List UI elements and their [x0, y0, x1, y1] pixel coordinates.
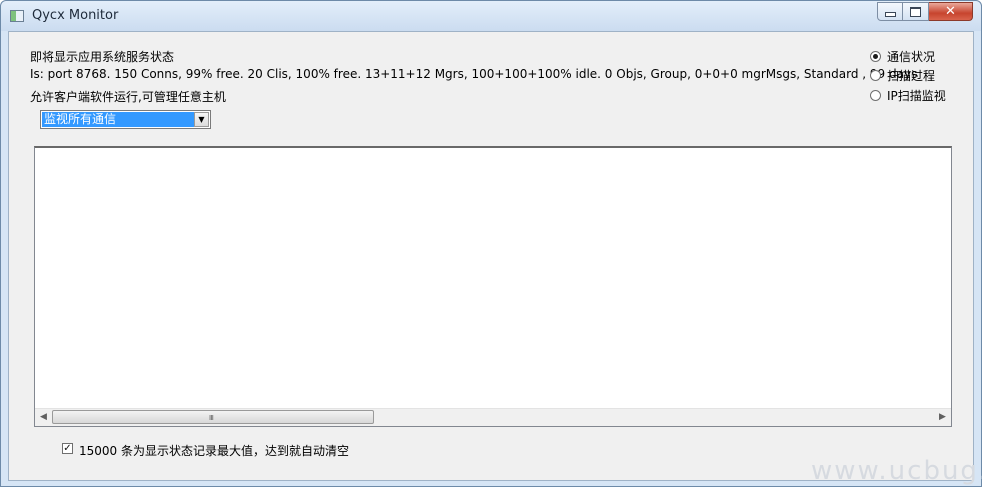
- radio-button-icon[interactable]: [870, 90, 881, 101]
- watermark: www.ucbug.cc: [811, 456, 982, 486]
- caption-buttons: ✕: [877, 2, 973, 21]
- auto-clear-label: 15000 条为显示状态记录最大值，达到就自动清空: [79, 444, 349, 458]
- filter-selected-value: 监视所有通信: [42, 112, 194, 127]
- status-permission: 允许客户端软件运行,可管理任意主机: [30, 90, 226, 104]
- auto-clear-checkbox[interactable]: ✓: [62, 443, 73, 454]
- status-log-list[interactable]: ◀ Ⅲ ▶: [34, 146, 952, 427]
- close-button[interactable]: ✕: [929, 2, 973, 21]
- window-title: Qycx Monitor: [32, 8, 119, 23]
- horizontal-scrollbar[interactable]: ◀ Ⅲ ▶: [35, 408, 951, 426]
- radio-button-icon[interactable]: [870, 70, 881, 81]
- radio-scan-process[interactable]: 扫描过程: [870, 67, 935, 84]
- radio-button-icon[interactable]: [870, 51, 881, 62]
- status-heading: 即将显示应用系统服务状态: [30, 50, 175, 64]
- client-area: 即将显示应用系统服务状态 Is: port 8768. 150 Conns, 9…: [8, 31, 974, 481]
- scroll-right-arrow-icon[interactable]: ▶: [934, 409, 951, 426]
- close-icon: ✕: [945, 4, 956, 19]
- chevron-down-icon[interactable]: ▼: [194, 112, 209, 127]
- radio-comm-status[interactable]: 通信状况: [870, 48, 935, 65]
- filter-combobox[interactable]: 监视所有通信 ▼: [40, 110, 211, 129]
- scroll-left-arrow-icon[interactable]: ◀: [35, 409, 52, 426]
- minimize-icon: [884, 12, 896, 17]
- status-details: Is: port 8768. 150 Conns, 99% free. 20 C…: [30, 67, 918, 81]
- radio-label: 通信状况: [887, 50, 936, 64]
- title-bar[interactable]: Qycx Monitor ✕: [1, 1, 981, 31]
- radio-ip-scan-monitor[interactable]: IP扫描监视: [870, 87, 946, 104]
- radio-label: 扫描过程: [887, 69, 936, 83]
- app-icon: [10, 10, 24, 22]
- radio-label: IP扫描监视: [887, 89, 946, 103]
- maximize-icon: [910, 6, 921, 17]
- maximize-button[interactable]: [903, 2, 929, 21]
- scrollbar-thumb[interactable]: Ⅲ: [52, 410, 374, 424]
- app-window: Qycx Monitor ✕ 即将显示应用系统服务状态 Is: port 876…: [0, 0, 982, 487]
- minimize-button[interactable]: [877, 2, 903, 21]
- grip-icon: Ⅲ: [209, 414, 214, 422]
